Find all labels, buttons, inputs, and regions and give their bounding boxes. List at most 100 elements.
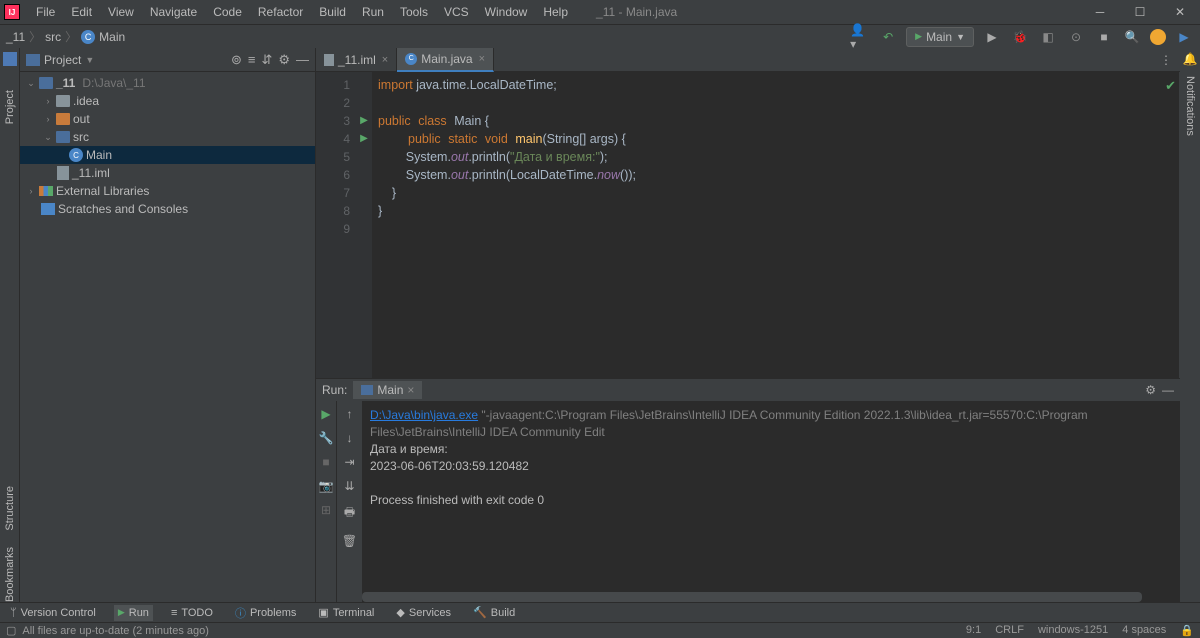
tree-main[interactable]: C Main xyxy=(20,146,315,164)
collapse-icon[interactable]: ⇵ xyxy=(261,52,272,68)
code-content[interactable]: import java.time.LocalDateTime; public c… xyxy=(372,72,1180,378)
close-icon[interactable]: × xyxy=(382,54,388,66)
tab-problems[interactable]: ⓘProblems xyxy=(231,603,300,623)
menu-navigate[interactable]: Navigate xyxy=(142,2,205,22)
bookmarks-tool-label[interactable]: Bookmarks xyxy=(4,547,16,602)
tab-version-control[interactable]: ᛘVersion Control xyxy=(6,605,100,621)
layout-icon[interactable]: ⊞ xyxy=(321,503,331,517)
structure-tool-label[interactable]: Structure xyxy=(4,486,16,531)
run-config-selector[interactable]: ▶ Main ▼ xyxy=(906,27,974,47)
sidebar-title[interactable]: Project ▼ xyxy=(26,53,94,67)
tree-out[interactable]: › out xyxy=(20,110,315,128)
hide-icon[interactable]: — xyxy=(1162,383,1174,397)
target-icon[interactable]: ⊚ xyxy=(231,52,242,68)
tool-icon[interactable]: 🔧 xyxy=(319,431,334,445)
menu-tools[interactable]: Tools xyxy=(392,2,436,22)
tab-options-icon[interactable]: ⋮ xyxy=(1160,53,1180,67)
indent-setting[interactable]: 4 spaces xyxy=(1122,624,1166,637)
update-available-icon[interactable] xyxy=(1150,29,1166,45)
breadcrumb-folder[interactable]: src xyxy=(45,30,61,44)
wrap-icon[interactable]: ⇥ xyxy=(344,455,354,469)
menu-build[interactable]: Build xyxy=(311,2,354,22)
down-icon[interactable]: ↓ xyxy=(347,431,353,445)
line-separator[interactable]: CRLF xyxy=(995,624,1024,637)
bell-icon[interactable]: 🔔 xyxy=(1183,52,1198,66)
run-button[interactable]: ▶ xyxy=(982,27,1002,47)
project-tool-label[interactable]: Project xyxy=(4,86,16,128)
tree-iml[interactable]: _11.iml xyxy=(20,164,315,182)
console-output[interactable]: D:\Java\bin\java.exe "-javaagent:C:\Prog… xyxy=(362,401,1180,602)
search-icon[interactable]: 🔍 xyxy=(1122,27,1142,47)
tab-services[interactable]: ◆Services xyxy=(392,604,455,621)
rerun-icon[interactable]: ▶ xyxy=(321,407,330,421)
tab-label: Main.java xyxy=(421,52,472,66)
terminal-icon: ▣ xyxy=(318,606,328,619)
minimize-button[interactable]: ─ xyxy=(1080,0,1120,24)
ide-settings-icon[interactable]: ▶ xyxy=(1174,27,1194,47)
horizontal-scrollbar[interactable] xyxy=(362,592,1142,602)
app-logo-icon: IJ xyxy=(4,4,20,20)
menu-run[interactable]: Run xyxy=(354,2,392,22)
menu-window[interactable]: Window xyxy=(477,2,536,22)
gear-icon[interactable]: ⚙ xyxy=(1145,383,1156,397)
exe-link[interactable]: D:\Java\bin\java.exe xyxy=(370,408,478,422)
trash-icon[interactable]: 🗑 xyxy=(342,534,357,548)
close-icon[interactable]: × xyxy=(479,53,485,65)
run-gutter-icon[interactable]: ▶ xyxy=(356,130,372,148)
tab-build[interactable]: 🔨Build xyxy=(469,604,519,621)
tab-main[interactable]: C Main.java × xyxy=(397,48,494,72)
up-icon[interactable]: ↑ xyxy=(347,407,353,421)
back-arrow-icon[interactable]: ↶ xyxy=(878,27,898,47)
tree-label: Main xyxy=(86,148,112,162)
menu-vcs[interactable]: VCS xyxy=(436,2,477,22)
tree-src[interactable]: ⌄ src xyxy=(20,128,315,146)
tab-run[interactable]: ▶Run xyxy=(114,605,153,621)
breadcrumb-root[interactable]: _11 xyxy=(6,30,25,44)
tree-root[interactable]: ⌄ _11 D:\Java\_11 xyxy=(20,74,315,92)
tab-terminal[interactable]: ▣Terminal xyxy=(314,604,378,621)
close-icon[interactable]: × xyxy=(407,383,414,397)
tree-scratches[interactable]: Scratches and Consoles xyxy=(20,200,315,218)
menu-edit[interactable]: Edit xyxy=(63,2,100,22)
cursor-position[interactable]: 9:1 xyxy=(966,624,981,637)
status-square-icon[interactable]: ▢ xyxy=(6,624,16,637)
coverage-button[interactable]: ◧ xyxy=(1038,27,1058,47)
run-tab[interactable]: Main × xyxy=(353,381,422,399)
menu-refactor[interactable]: Refactor xyxy=(250,2,311,22)
menu-file[interactable]: File xyxy=(28,2,63,22)
source-folder-icon xyxy=(56,131,70,143)
file-encoding[interactable]: windows-1251 xyxy=(1038,624,1108,637)
tab-todo[interactable]: ≡TODO xyxy=(167,605,217,621)
run-gutter-icon[interactable]: ▶ xyxy=(356,112,372,130)
notifications-tool-label[interactable]: Notifications xyxy=(1184,72,1196,140)
expand-icon[interactable]: ≡ xyxy=(248,52,256,68)
scroll-icon[interactable]: ⇊ xyxy=(344,479,354,493)
breadcrumb-file[interactable]: Main xyxy=(99,30,125,44)
breadcrumb: _11 〉 src 〉 C Main xyxy=(6,28,125,45)
tree-ext-libs[interactable]: › External Libraries xyxy=(20,182,315,200)
gear-icon[interactable]: ⚙ xyxy=(278,52,290,68)
stop-button[interactable]: ■ xyxy=(1094,27,1114,47)
hide-icon[interactable]: — xyxy=(296,52,309,68)
tree-idea[interactable]: › .idea xyxy=(20,92,315,110)
lock-icon[interactable]: 🔒 xyxy=(1180,624,1194,637)
menu-view[interactable]: View xyxy=(100,2,142,22)
menu-code[interactable]: Code xyxy=(205,2,250,22)
console-line: 2023-06-06T20:03:59.120482 xyxy=(370,458,1172,475)
project-tool-icon[interactable] xyxy=(3,52,17,66)
profiler-button[interactable]: ⊙ xyxy=(1066,27,1086,47)
stop-icon[interactable]: ■ xyxy=(322,455,329,469)
run-header-icons: ⚙ — xyxy=(1145,383,1174,397)
menu-help[interactable]: Help xyxy=(535,2,576,22)
tree-label: Scratches and Consoles xyxy=(58,202,188,216)
debug-button[interactable]: 🐞 xyxy=(1010,27,1030,47)
user-add-icon[interactable]: 👤▾ xyxy=(850,27,870,47)
camera-icon[interactable]: 📷 xyxy=(319,479,334,493)
tab-iml[interactable]: _11.iml × xyxy=(316,48,397,72)
close-button[interactable]: ✕ xyxy=(1160,0,1200,24)
window-title: _11 - Main.java xyxy=(596,5,677,19)
inspection-ok-icon[interactable]: ✔ xyxy=(1165,78,1176,94)
code-editor[interactable]: 123 456 789 ▶ ▶ import java.time.LocalDa… xyxy=(316,72,1180,378)
maximize-button[interactable]: ☐ xyxy=(1120,0,1160,24)
print-icon[interactable]: 🖶 xyxy=(344,503,355,524)
